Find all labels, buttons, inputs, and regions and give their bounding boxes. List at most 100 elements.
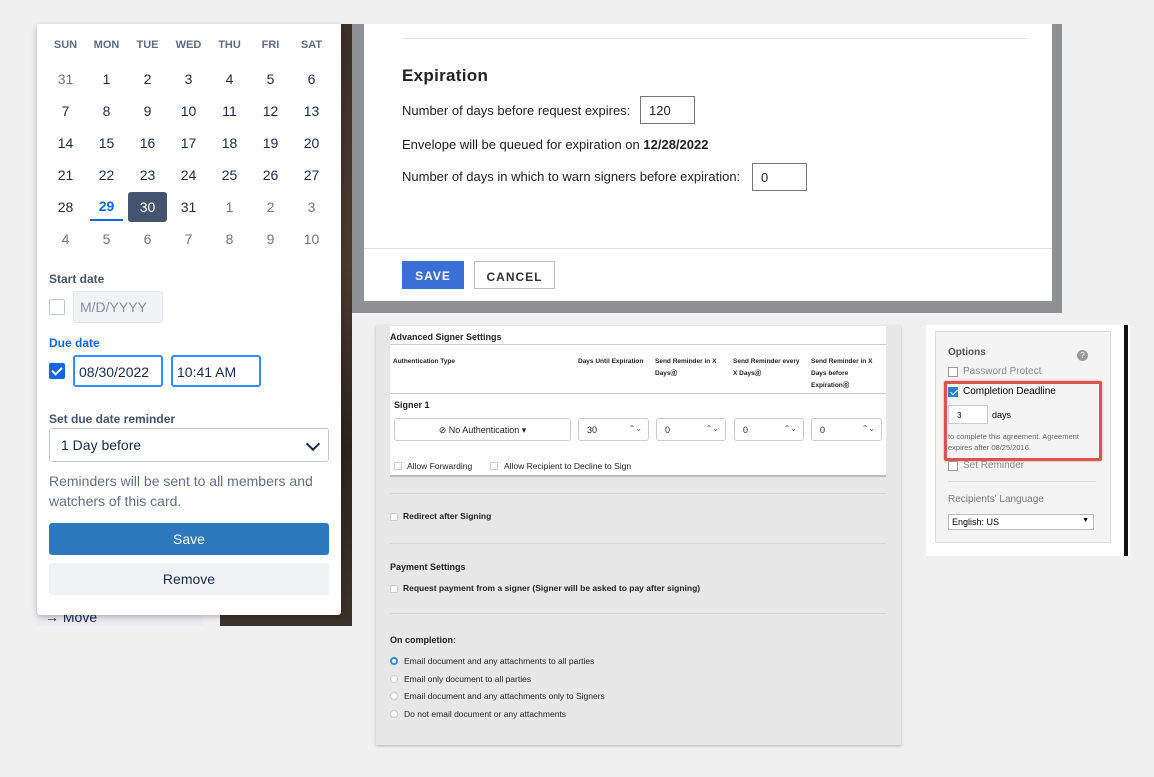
reminder-every-input[interactable]: 0 ⌃⌄ (734, 418, 804, 441)
calendar-day[interactable]: 8 (210, 224, 249, 254)
calendar-day[interactable]: 27 (292, 160, 331, 190)
calendar-day[interactable]: 7 (46, 96, 85, 126)
deadline-days-input[interactable]: 3 (948, 405, 988, 424)
calendar-day[interactable]: 7 (169, 224, 208, 254)
calendar-day[interactable]: 18 (210, 128, 249, 158)
cancel-button[interactable]: CANCEL (474, 261, 555, 289)
completion-title: On completion: (390, 635, 456, 645)
calendar-day[interactable]: 11 (210, 96, 249, 126)
calendar-day[interactable]: 5 (251, 64, 290, 94)
password-protect-label: Password Protect (963, 366, 1042, 377)
calendar-grid: 31 1 2 3 4 5 6 7 8 9 10 11 12 13 14 15 16 17 18 19 20 21 22 23 2… (45, 63, 333, 255)
days-before-expire-input[interactable]: 120 (640, 96, 695, 124)
completion-option: Email document and any attachments only … (404, 691, 605, 701)
calendar-day[interactable]: 31 (46, 64, 85, 94)
calendar-day[interactable]: 9 (251, 224, 290, 254)
completion-radio[interactable] (390, 692, 398, 700)
stepper-icon[interactable]: ⌃⌄ (629, 424, 642, 433)
save-button[interactable]: Save (49, 523, 329, 555)
calendar-day[interactable]: 12 (251, 96, 290, 126)
warn-days-input[interactable]: 0 (752, 163, 807, 191)
completion-radio[interactable] (390, 657, 398, 665)
stepper-icon[interactable]: ⌃⌄ (784, 424, 797, 433)
calendar-day[interactable]: 1 (87, 64, 126, 94)
weekday-header: SUN MON TUE WED THU FRI SAT (45, 39, 333, 51)
save-button[interactable]: SAVE (402, 261, 464, 289)
password-protect-checkbox[interactable] (948, 367, 958, 377)
days-until-expiration-input[interactable]: 30 ⌃⌄ (578, 418, 649, 441)
allow-decline-label: Allow Recipient to Decline to Sign (504, 461, 632, 471)
language-select[interactable]: English: US ▼ (948, 514, 1094, 530)
calendar-day[interactable]: 4 (46, 224, 85, 254)
calendar-day[interactable]: 17 (169, 128, 208, 158)
due-time-input[interactable]: 10:41 AM (171, 355, 261, 387)
calendar-day[interactable]: 20 (292, 128, 331, 158)
reminder-in-input[interactable]: 0 ⌃⌄ (656, 418, 726, 441)
weekday-label: THU (218, 39, 241, 51)
completion-deadline-label: Completion Deadline (963, 386, 1056, 397)
calendar-day[interactable]: 15 (87, 128, 126, 158)
completion-deadline-checkbox[interactable] (948, 387, 958, 397)
auth-value: ⊘ No Authentication ▾ (438, 425, 527, 435)
allow-decline-checkbox[interactable] (490, 462, 498, 470)
due-date-checkbox[interactable] (49, 363, 65, 379)
queued-prefix: Envelope will be queued for expiration o… (402, 137, 644, 152)
weekday-label: SUN (53, 39, 78, 51)
reminder-note: Reminders will be sent to all members an… (49, 473, 313, 509)
calendar-day[interactable]: 22 (87, 160, 126, 190)
calendar-day-today[interactable]: 29 (90, 193, 123, 221)
calendar-day[interactable]: 4 (210, 64, 249, 94)
calendar-day[interactable]: 3 (292, 192, 331, 222)
weekday-label: TUE (136, 39, 159, 51)
calendar-day[interactable]: 3 (169, 64, 208, 94)
due-date-value: 08/30/2022 (79, 364, 150, 380)
calendar-day[interactable]: 31 (169, 192, 208, 222)
calendar-day[interactable]: 6 (128, 224, 167, 254)
calendar-day[interactable]: 10 (292, 224, 331, 254)
calendar-day[interactable]: 14 (46, 128, 85, 158)
calendar-day[interactable]: 10 (169, 96, 208, 126)
allow-forwarding-checkbox[interactable] (394, 462, 402, 470)
calendar-day[interactable]: 16 (128, 128, 167, 158)
reminder-select[interactable]: 1 Day before (49, 428, 329, 462)
warn-days-label: Number of days in which to warn signers … (402, 169, 741, 184)
calendar-day[interactable]: 23 (128, 160, 167, 190)
start-date-checkbox[interactable] (49, 299, 65, 315)
calendar-day[interactable]: 21 (46, 160, 85, 190)
advanced-signer-settings: Advanced Signer Settings Authentication … (376, 326, 901, 745)
completion-radio[interactable] (390, 710, 398, 718)
calendar-day[interactable]: 13 (292, 96, 331, 126)
completion-radio[interactable] (390, 675, 398, 683)
calendar-day[interactable]: 1 (210, 192, 249, 222)
deadline-note: to complete this agreement. Agreement ex… (948, 432, 1079, 452)
field-value: 0 (820, 425, 826, 435)
set-reminder-label: Set Reminder (963, 460, 1025, 471)
payment-label: Request payment from a signer (Signer wi… (403, 583, 701, 593)
calendar-day[interactable]: 2 (251, 192, 290, 222)
calendar-day[interactable]: 8 (87, 96, 126, 126)
calendar-day[interactable]: 5 (87, 224, 126, 254)
weekday-label: WED (175, 39, 202, 51)
calendar-day[interactable]: 28 (46, 192, 85, 222)
calendar-day[interactable]: 25 (210, 160, 249, 190)
due-date-input[interactable]: 08/30/2022 (73, 355, 163, 387)
help-icon[interactable]: ? (1077, 350, 1088, 361)
calendar-day-selected[interactable]: 30 (128, 192, 167, 222)
set-reminder-checkbox[interactable] (948, 461, 958, 471)
start-date-input[interactable]: M/D/YYYY (73, 291, 163, 323)
queued-text: Envelope will be queued for expiration o… (402, 137, 708, 152)
stepper-icon[interactable]: ⌃⌄ (862, 424, 875, 433)
payment-checkbox[interactable] (390, 585, 398, 593)
calendar-day[interactable]: 2 (128, 64, 167, 94)
authentication-select[interactable]: ⊘ No Authentication ▾ (394, 418, 571, 441)
calendar-day[interactable]: 9 (128, 96, 167, 126)
expiration-modal: Expiration Number of days before request… (364, 24, 1052, 301)
calendar-day[interactable]: 24 (169, 160, 208, 190)
reminder-before-input[interactable]: 0 ⌃⌄ (811, 418, 882, 441)
remove-button[interactable]: Remove (49, 563, 329, 595)
redirect-checkbox[interactable] (390, 513, 398, 521)
stepper-icon[interactable]: ⌃⌄ (706, 424, 719, 433)
calendar-day[interactable]: 26 (251, 160, 290, 190)
calendar-day[interactable]: 19 (251, 128, 290, 158)
calendar-day[interactable]: 6 (292, 64, 331, 94)
